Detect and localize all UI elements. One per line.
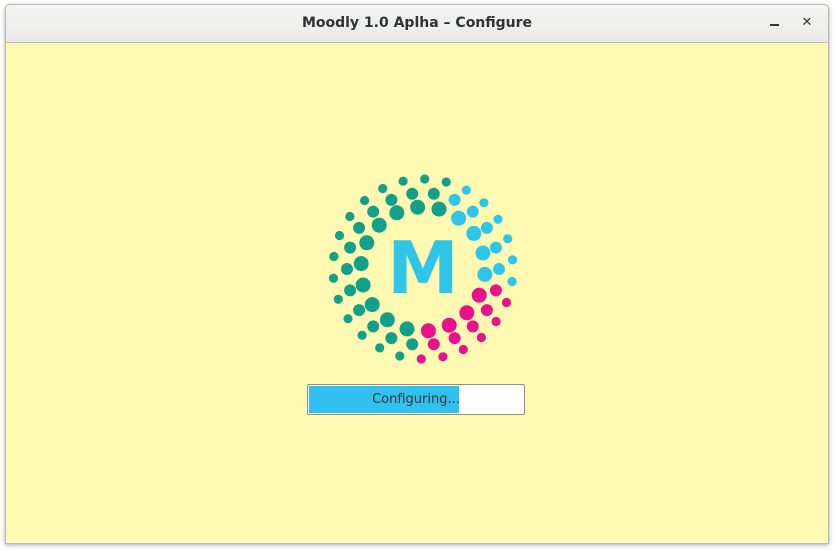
logo-dot — [475, 245, 491, 261]
moodly-logo-icon: M — [328, 174, 518, 364]
logo-dot — [448, 332, 461, 345]
logo-dot — [459, 305, 475, 321]
title-bar[interactable]: Moodly 1.0 Aplha – Configure ✕ — [6, 5, 828, 43]
logo-dot — [410, 199, 426, 215]
logo-dot — [427, 338, 440, 351]
logo-dot — [385, 193, 398, 206]
logo-dot — [398, 176, 408, 186]
logo-dot — [399, 321, 415, 337]
main-content: M Configuring... — [6, 43, 828, 543]
logo-dot — [476, 332, 486, 343]
logo-dot — [493, 214, 503, 224]
window-title: Moodly 1.0 Aplha – Configure — [301, 15, 533, 31]
logo-dot — [466, 225, 482, 241]
logo-dot — [480, 304, 493, 317]
logo-dot — [420, 174, 430, 184]
logo-dot — [360, 195, 370, 206]
logo-dot — [334, 230, 345, 241]
logo-dot — [507, 255, 518, 265]
logo-dot — [359, 235, 375, 251]
logo-dot — [355, 277, 371, 293]
logo-dot — [341, 263, 353, 275]
logo-dot — [466, 205, 479, 218]
logo-dot — [344, 241, 357, 254]
logo-dot — [438, 352, 448, 362]
logo-dot — [367, 320, 380, 333]
logo-dot — [466, 320, 479, 333]
logo-dot — [451, 210, 467, 226]
logo-dot — [375, 343, 385, 353]
logo-dot — [493, 263, 505, 275]
logo-dot — [353, 304, 366, 317]
logo-dot — [491, 316, 501, 327]
logo-dot — [479, 198, 489, 208]
logo-dot — [420, 323, 436, 339]
logo-dot — [367, 205, 380, 218]
logo-dot — [448, 193, 461, 206]
logo-dot — [379, 312, 395, 328]
close-button[interactable]: ✕ — [795, 11, 819, 35]
logo-dot — [343, 314, 353, 324]
app-window: Moodly 1.0 Aplha – Configure ✕ M Configu… — [5, 4, 829, 544]
logo-dot — [329, 251, 339, 262]
logo-dot — [357, 330, 367, 340]
logo-dot — [489, 284, 502, 297]
logo-dot — [333, 294, 343, 304]
logo-dot — [364, 297, 380, 313]
logo-dot — [406, 187, 419, 200]
progress-label: Configuring... — [372, 392, 460, 407]
logo-dot — [378, 183, 388, 194]
logo-dot — [501, 297, 512, 308]
minimize-icon — [770, 24, 779, 26]
logo-dot — [416, 354, 426, 364]
logo-dot — [371, 217, 387, 233]
logo-dot — [503, 234, 513, 244]
logo-dot — [344, 284, 357, 297]
configure-progress-bar: Configuring... — [307, 384, 525, 415]
logo-dot — [385, 332, 398, 345]
logo-dot — [406, 338, 419, 351]
logo-dot — [480, 221, 493, 234]
logo-dot — [395, 351, 405, 361]
logo-dot — [477, 266, 493, 282]
logo-dot — [389, 205, 405, 221]
logo-dot — [441, 317, 457, 333]
logo-dot — [507, 276, 517, 287]
logo-dot — [489, 241, 502, 254]
logo-dot — [471, 287, 487, 303]
logo-dot — [461, 185, 471, 195]
logo-dot — [431, 201, 447, 217]
logo-dot — [353, 221, 366, 234]
minimize-button[interactable] — [763, 11, 787, 35]
logo-dot — [328, 273, 339, 283]
logo-dot — [427, 187, 440, 200]
logo-letter: M — [387, 226, 459, 310]
logo-dot — [441, 177, 451, 187]
logo-dot — [345, 211, 355, 222]
logo-dot — [458, 344, 468, 355]
logo-dot — [353, 256, 369, 272]
